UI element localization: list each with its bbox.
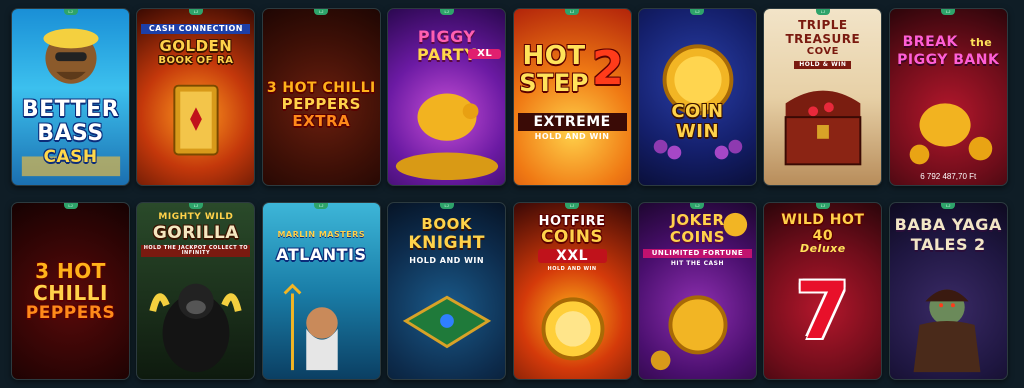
game-tile-mighty-wild-gorilla[interactable]: LJ MIGHTY WILD GORILLA HOLD THE JACKPOT … — [136, 202, 256, 380]
game-title-line1: WILD HOT — [781, 212, 865, 228]
provider-badge: LJ — [941, 203, 956, 209]
game-title-line1: PIGGY — [417, 27, 476, 46]
game-title-line1: HOT — [522, 41, 586, 71]
game-tile-joker-coins[interactable]: LJ JOKER COINS UNLIMITED FORTUNE HIT THE… — [637, 202, 757, 380]
game-tile-coin-win[interactable]: LJ COIN WIN — [637, 8, 757, 186]
game-title-line3: PEPPERS — [25, 303, 116, 323]
game-title-line4: EXTREME — [517, 113, 627, 131]
game-title-line1: BREAK — [902, 34, 958, 50]
provider-badge: LJ — [188, 9, 203, 15]
game-title-line2: PEPPERS — [281, 95, 361, 113]
game-tile-3-hot-chilli-peppers[interactable]: LJ 3 HOT CHILLI PEPPERS — [11, 202, 130, 380]
game-title-line2: TREASURE — [785, 32, 861, 46]
game-title-line1: TRIPLE — [798, 18, 848, 32]
game-title-line2: CHILLI — [33, 281, 108, 305]
game-title-line1: MIGHTY WILD — [158, 212, 234, 222]
game-title-line2: COINS — [669, 228, 726, 246]
provider-badge: LJ — [314, 9, 329, 15]
game-title-line3: PIGGY BANK — [897, 52, 1000, 68]
game-tile-hotfire-coins-xxl[interactable]: LJ HOTFIRE COINS XXL HOLD AND WIN — [512, 202, 632, 380]
provider-badge: LJ — [439, 203, 454, 209]
game-title-line1: 3 HOT CHILLI — [266, 80, 376, 96]
game-tile-wild-hot-40-deluxe[interactable]: LJ WILD HOT 40 Deluxe 7 — [763, 202, 883, 380]
game-title-line5: HOLD AND WIN — [534, 132, 610, 141]
provider-badge: LJ — [815, 203, 830, 209]
game-title-line1: BOOK — [421, 215, 472, 233]
game-title-line3: EXTRA — [292, 112, 351, 130]
game-title-line3: COVE — [806, 46, 839, 57]
game-title-line2: TALES 2 — [910, 235, 986, 254]
game-title-line1: MARLIN MASTERS — [277, 230, 366, 239]
game-tile-3-hot-chilli-peppers-extra[interactable]: LJ 3 HOT CHILLI PEPPERS EXTRA — [261, 8, 381, 186]
game-title-line3: HOLD AND WIN — [409, 256, 485, 265]
game-title-line2: WIN — [675, 121, 720, 142]
game-tile-triple-treasure-cove[interactable]: LJ TRIPLE TREASURE COVE HOLD & WIN — [763, 8, 883, 186]
game-grid: LJ BETTER BASS CASH LJ CASH CONNECTION G… — [11, 8, 1008, 380]
provider-badge: LJ — [690, 203, 705, 209]
game-title-line3: Deluxe — [799, 242, 846, 255]
gold-coin-icon — [653, 44, 743, 160]
game-title-line2: 40 — [812, 228, 834, 244]
game-title-line4: HOLD AND WIN — [547, 266, 597, 272]
game-title-line2: GOLDEN — [159, 37, 233, 55]
game-tile-break-the-piggy-bank[interactable]: LJ BREAK the PIGGY BANK 6 792 487,70 Ft — [888, 8, 1008, 186]
provider-badge: LJ — [941, 9, 956, 15]
jackpot-amount: 6 792 487,70 Ft — [920, 172, 977, 181]
game-title-line1: 3 HOT — [35, 259, 106, 283]
game-title-line3: XL — [468, 49, 502, 59]
game-title-line2: GORILLA — [152, 223, 239, 243]
game-title-line2: STEP — [519, 69, 589, 97]
game-title-line2: the — [970, 36, 993, 49]
game-title-line2: BASS — [37, 121, 104, 146]
game-title-line1: BABA YAGA — [894, 215, 1002, 234]
game-title-line4: HOLD & WIN — [794, 61, 852, 69]
game-tile-baba-yaga-tales-2[interactable]: LJ BABA YAGA TALES 2 — [888, 202, 1008, 380]
game-title-line2: COINS — [540, 227, 604, 247]
provider-badge: LJ — [815, 9, 830, 15]
game-title-line1: CASH CONNECTION — [141, 24, 251, 34]
game-title-line1: BETTER — [21, 97, 120, 122]
provider-badge: LJ — [565, 9, 580, 15]
game-title-line2: KNIGHT — [408, 233, 485, 253]
game-title-line1: COIN — [671, 101, 724, 122]
provider-badge: LJ — [188, 203, 203, 209]
provider-badge: LJ — [439, 9, 454, 15]
game-title-line4: HIT THE CASH — [670, 260, 725, 267]
game-title-line1: JOKER — [670, 211, 725, 229]
provider-badge: LJ — [314, 203, 329, 209]
game-tile-hot-step-2-extreme[interactable]: LJ HOT STEP 2 EXTREME HOLD AND WIN — [512, 8, 632, 186]
game-tile-better-bass-cash[interactable]: LJ BETTER BASS CASH — [11, 8, 130, 186]
lucky-seven-symbol: 7 — [795, 267, 851, 357]
game-title-line3: UNLIMITED FORTUNE — [642, 249, 752, 258]
game-title-line3: BOOK OF RA — [158, 55, 234, 66]
provider-badge: LJ — [63, 203, 78, 209]
game-title-line3: HOLD THE JACKPOT COLLECT TO INFINITY — [141, 245, 251, 257]
game-title-line3: CASH — [43, 147, 98, 167]
game-title-line2: ATLANTIS — [276, 245, 367, 264]
game-tile-piggy-party-xl[interactable]: LJ PIGGY PARTY XL — [387, 8, 507, 186]
game-tile-book-of-knight[interactable]: LJ BOOK KNIGHT HOLD AND WIN — [387, 202, 507, 380]
golden-book-icon — [173, 84, 219, 156]
provider-badge: LJ — [565, 203, 580, 209]
game-tile-marlin-masters-atlantis[interactable]: LJ MARLIN MASTERS ATLANTIS — [261, 202, 381, 380]
game-title-line3: XXL — [537, 249, 607, 263]
game-title-number: 2 — [591, 41, 625, 95]
game-tile-golden-book-of-ra[interactable]: LJ CASH CONNECTION GOLDEN BOOK OF RA — [136, 8, 256, 186]
